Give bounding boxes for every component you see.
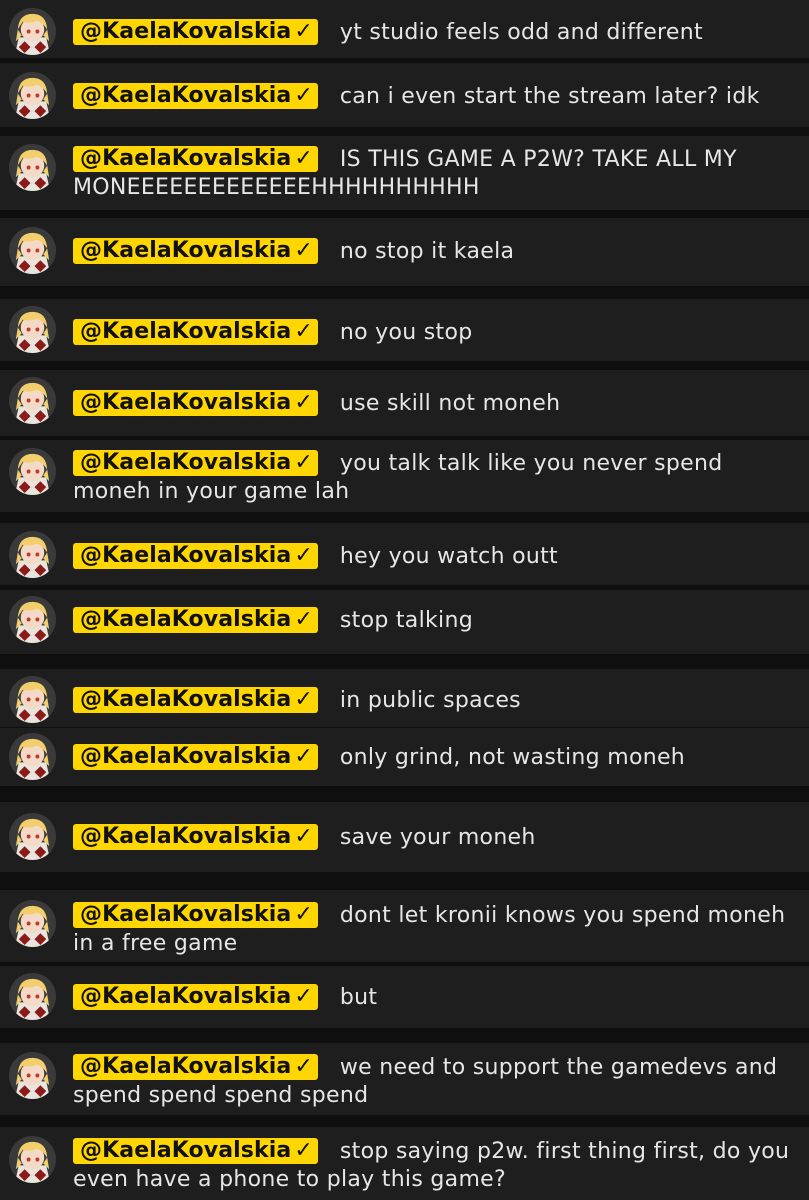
message-text-block: @KaelaKovalskia ✓ hey you watch outt xyxy=(73,543,793,571)
checkmark-icon: ✓ xyxy=(294,19,313,44)
message-text: save your moneh xyxy=(339,825,536,850)
chat-message: @KaelaKovalskia ✓ IS THIS GAME A P2W? TAKE… xyxy=(0,136,809,210)
chat-message: @KaelaKovalskia ✓ dont let kronii knows yo… xyxy=(0,890,809,962)
user-avatar-icon[interactable] xyxy=(9,306,56,353)
user-avatar-icon[interactable] xyxy=(9,973,56,1020)
checkmark-icon: ✓ xyxy=(294,319,313,344)
chat-message: @KaelaKovalskia ✓ use skill not moneh xyxy=(0,370,809,436)
message-text-block: @KaelaKovalskia ✓ use skill not moneh xyxy=(73,390,793,418)
user-avatar-icon[interactable] xyxy=(9,227,56,274)
chat-message: @KaelaKovalskia ✓ no you stop xyxy=(0,299,809,361)
message-text-block: @KaelaKovalskia ✓ no you stop xyxy=(73,319,793,347)
chat-message: @KaelaKovalskia ✓ you talk talk like you n… xyxy=(0,440,809,512)
message-text-block: @KaelaKovalskia ✓ save your moneh xyxy=(73,824,793,852)
checkmark-icon: ✓ xyxy=(294,984,313,1009)
checkmark-icon: ✓ xyxy=(294,238,313,263)
chat-message: @KaelaKovalskia ✓ only grind, not wasting … xyxy=(0,728,809,786)
author-name-badge[interactable]: @KaelaKovalskia ✓ xyxy=(73,902,318,928)
message-text-block: @KaelaKovalskia ✓ can i even start the str… xyxy=(73,83,793,111)
user-avatar-icon[interactable] xyxy=(9,676,56,723)
message-text-block: @KaelaKovalskia ✓ we need to support the g… xyxy=(73,1054,793,1110)
chat-message: @KaelaKovalskia ✓ in public spaces xyxy=(0,669,809,727)
user-avatar-icon[interactable] xyxy=(9,531,56,578)
message-text-block: @KaelaKovalskia ✓ you talk talk like you n… xyxy=(73,450,793,506)
message-text: stop talking xyxy=(339,608,473,633)
checkmark-icon: ✓ xyxy=(294,824,313,849)
author-name-badge[interactable]: @KaelaKovalskia ✓ xyxy=(73,19,318,45)
message-text-block: @KaelaKovalskia ✓ IS THIS GAME A P2W? TAKE… xyxy=(73,146,793,202)
checkmark-icon: ✓ xyxy=(294,1054,313,1079)
chat-message: @KaelaKovalskia ✓ save your moneh xyxy=(0,802,809,872)
message-text: in public spaces xyxy=(339,688,521,713)
author-name-badge[interactable]: @KaelaKovalskia ✓ xyxy=(73,319,318,345)
chat-message: @KaelaKovalskia ✓ stop talking xyxy=(0,590,809,654)
chat-message: @KaelaKovalskia ✓ can i even start the str… xyxy=(0,63,809,127)
message-text: yt studio feels odd and different xyxy=(339,20,703,45)
message-text-block: @KaelaKovalskia ✓ only grind, not wasting … xyxy=(73,744,793,772)
user-avatar-icon[interactable] xyxy=(9,1052,56,1099)
author-name-badge[interactable]: @KaelaKovalskia ✓ xyxy=(73,238,318,264)
chat-message: @KaelaKovalskia ✓ we need to support the g… xyxy=(0,1043,809,1115)
message-text: but xyxy=(339,985,378,1010)
chat-message: @KaelaKovalskia ✓ but xyxy=(0,966,809,1028)
user-avatar-icon[interactable] xyxy=(9,813,56,860)
chat-message-list: @KaelaKovalskia ✓ yt studio feels odd and … xyxy=(0,0,809,1200)
author-name-badge[interactable]: @KaelaKovalskia ✓ xyxy=(73,1054,318,1080)
user-avatar-icon[interactable] xyxy=(9,900,56,947)
author-name-badge[interactable]: @KaelaKovalskia ✓ xyxy=(73,687,318,713)
message-text-block: @KaelaKovalskia ✓ in public spaces xyxy=(73,687,793,715)
author-name-badge[interactable]: @KaelaKovalskia ✓ xyxy=(73,543,318,569)
message-text-block: @KaelaKovalskia ✓ but xyxy=(73,984,793,1012)
checkmark-icon: ✓ xyxy=(294,1138,313,1163)
user-avatar-icon[interactable] xyxy=(9,8,56,55)
user-avatar-icon[interactable] xyxy=(9,596,56,643)
author-name-badge[interactable]: @KaelaKovalskia ✓ xyxy=(73,146,318,172)
message-text: only grind, not wasting moneh xyxy=(339,745,686,770)
message-text-block: @KaelaKovalskia ✓ stop saying p2w. first t… xyxy=(73,1138,793,1194)
author-name-badge[interactable]: @KaelaKovalskia ✓ xyxy=(73,1138,318,1164)
checkmark-icon: ✓ xyxy=(294,607,313,632)
user-avatar-icon[interactable] xyxy=(9,733,56,780)
message-text-block: @KaelaKovalskia ✓ yt studio feels odd and … xyxy=(73,19,793,47)
author-name-badge[interactable]: @KaelaKovalskia ✓ xyxy=(73,984,318,1010)
author-name-badge[interactable]: @KaelaKovalskia ✓ xyxy=(73,824,318,850)
user-avatar-icon[interactable] xyxy=(9,144,56,191)
author-name-badge[interactable]: @KaelaKovalskia ✓ xyxy=(73,607,318,633)
message-text: no you stop xyxy=(339,320,473,345)
author-name-badge[interactable]: @KaelaKovalskia ✓ xyxy=(73,450,318,476)
checkmark-icon: ✓ xyxy=(294,83,313,108)
chat-message: @KaelaKovalskia ✓ stop saying p2w. first t… xyxy=(0,1127,809,1200)
user-avatar-icon[interactable] xyxy=(9,1136,56,1183)
chat-message: @KaelaKovalskia ✓ yt studio feels odd and … xyxy=(0,0,809,58)
message-text: use skill not moneh xyxy=(339,391,561,416)
user-avatar-icon[interactable] xyxy=(9,72,56,119)
user-avatar-icon[interactable] xyxy=(9,377,56,424)
checkmark-icon: ✓ xyxy=(294,902,313,927)
checkmark-icon: ✓ xyxy=(294,146,313,171)
author-name-badge[interactable]: @KaelaKovalskia ✓ xyxy=(73,744,318,770)
checkmark-icon: ✓ xyxy=(294,744,313,769)
message-text-block: @KaelaKovalskia ✓ stop talking xyxy=(73,607,793,635)
checkmark-icon: ✓ xyxy=(294,687,313,712)
message-text-block: @KaelaKovalskia ✓ dont let kronii knows yo… xyxy=(73,902,793,958)
author-name-badge[interactable]: @KaelaKovalskia ✓ xyxy=(73,390,318,416)
message-text-block: @KaelaKovalskia ✓ no stop it kaela xyxy=(73,238,793,266)
message-text: can i even start the stream later? idk xyxy=(339,84,760,109)
checkmark-icon: ✓ xyxy=(294,450,313,475)
chat-message: @KaelaKovalskia ✓ no stop it kaela xyxy=(0,218,809,286)
chat-message: @KaelaKovalskia ✓ hey you watch outt xyxy=(0,523,809,585)
message-text: no stop it kaela xyxy=(339,239,515,264)
author-name-badge[interactable]: @KaelaKovalskia ✓ xyxy=(73,83,318,109)
message-text: hey you watch outt xyxy=(339,544,558,569)
checkmark-icon: ✓ xyxy=(294,390,313,415)
user-avatar-icon[interactable] xyxy=(9,448,56,495)
checkmark-icon: ✓ xyxy=(294,543,313,568)
